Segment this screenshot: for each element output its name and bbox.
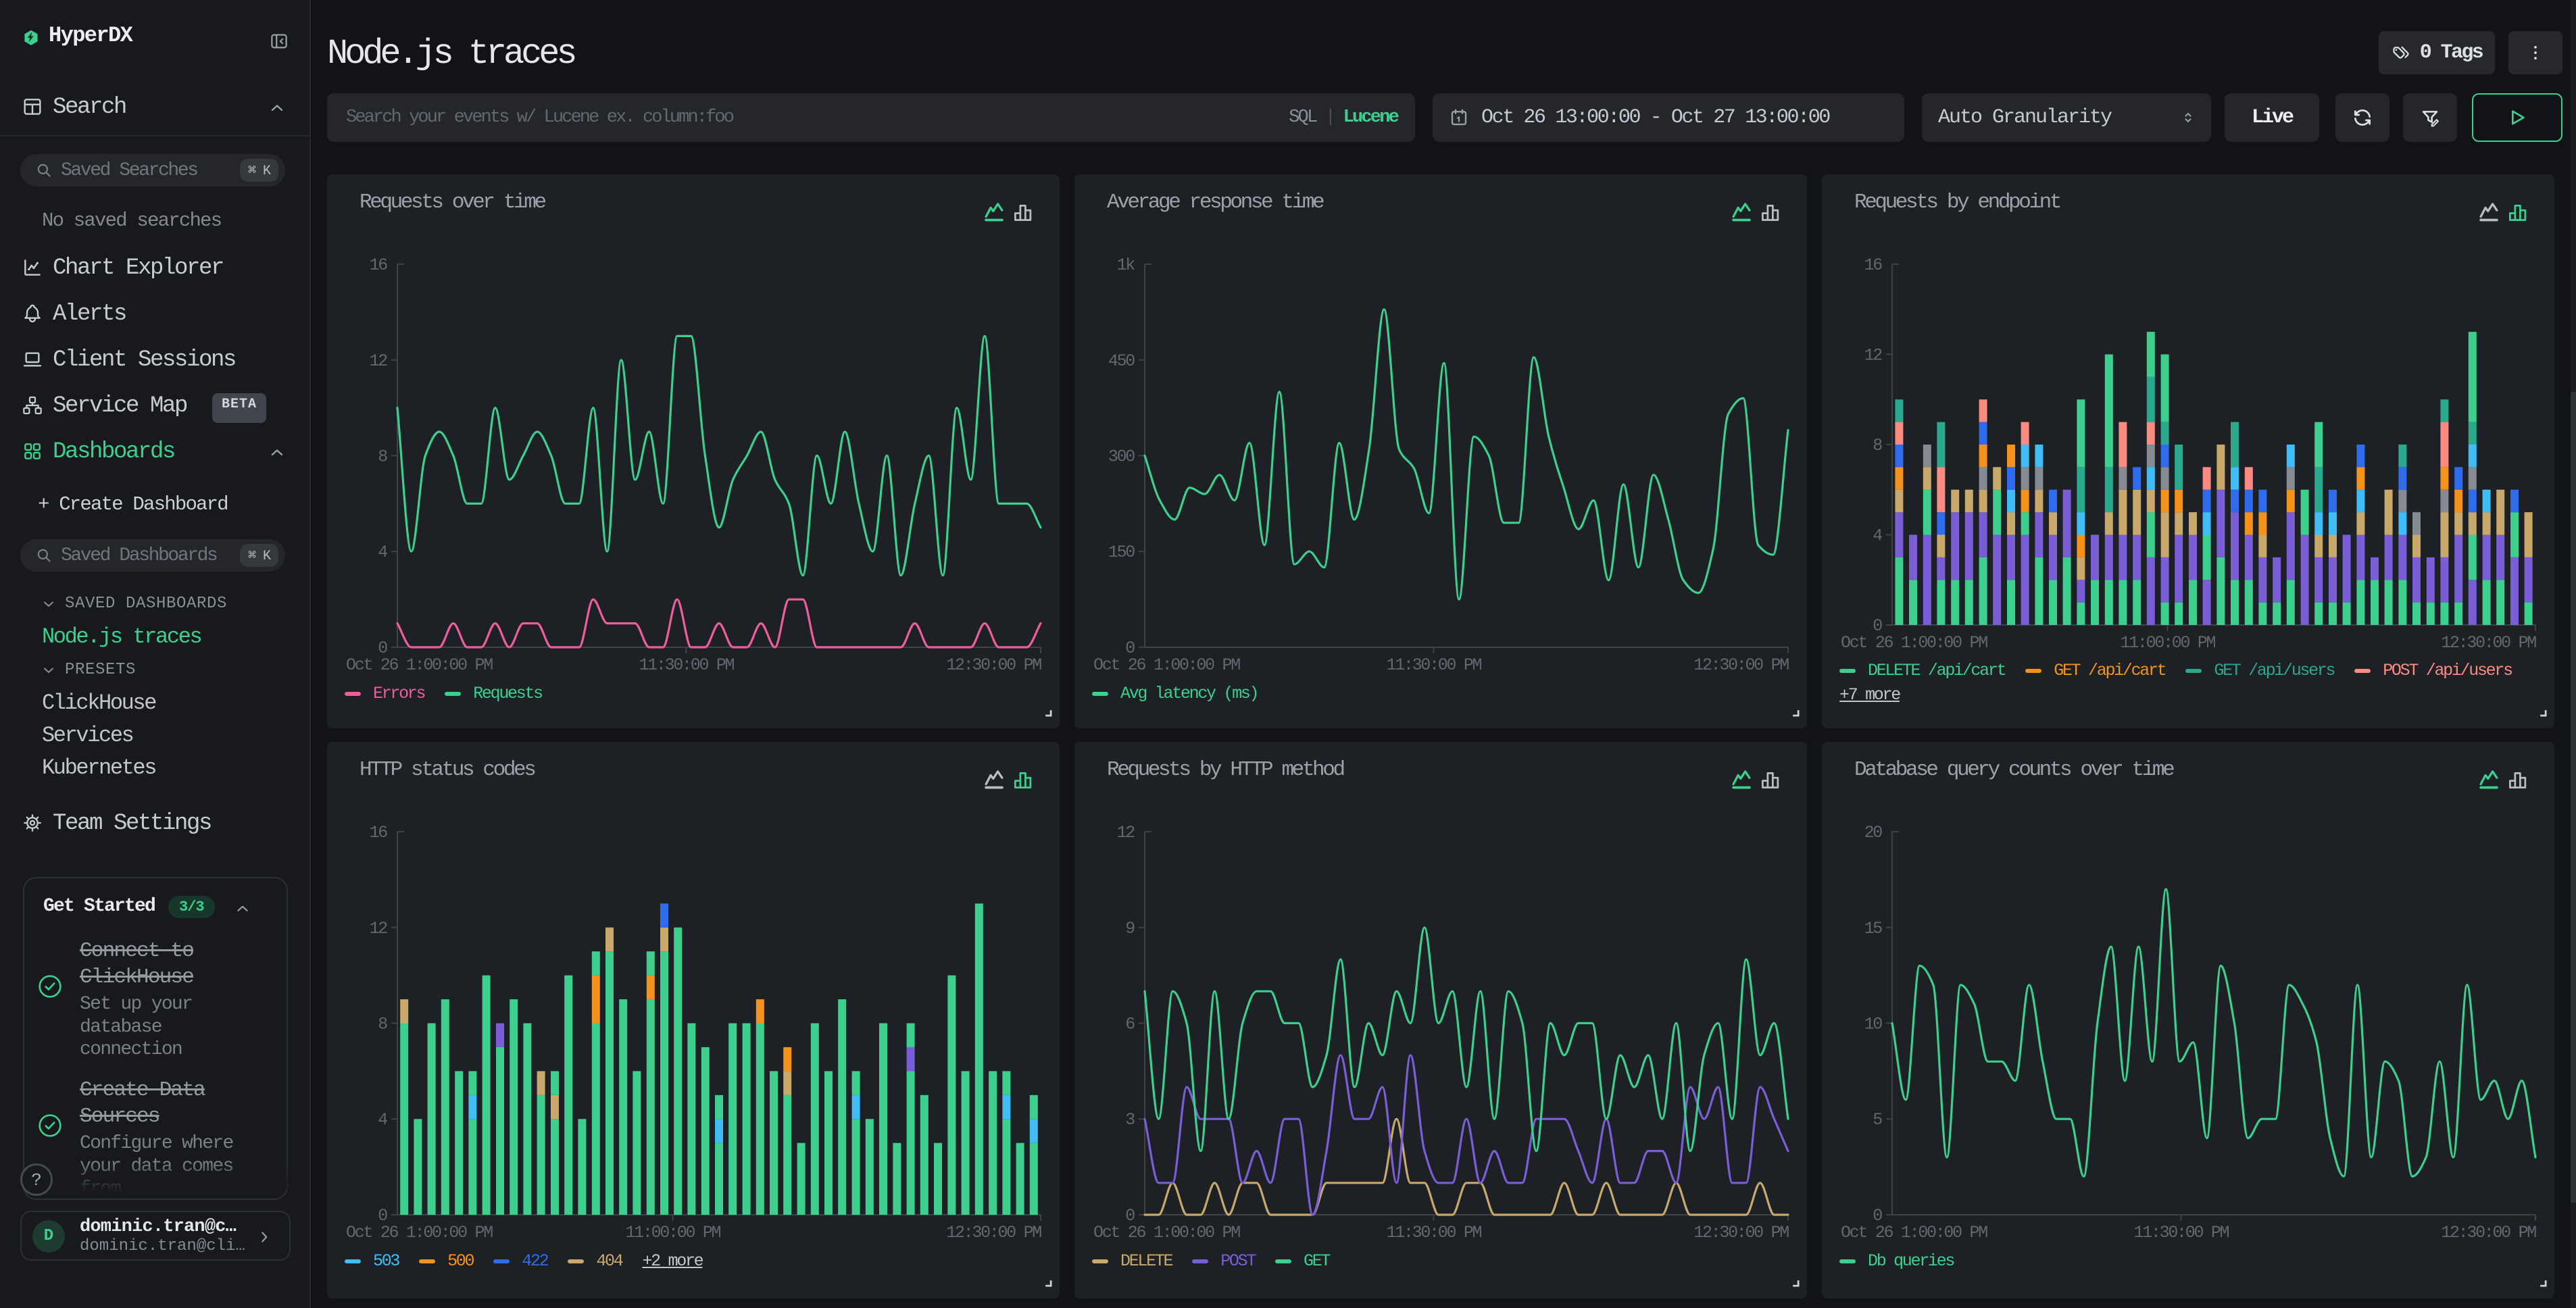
svg-text:Oct 26 1:00:00 PM: Oct 26 1:00:00 PM [1093, 655, 1240, 675]
svg-text:8: 8 [378, 447, 387, 466]
svg-text:12:30:00 PM: 12:30:00 PM [946, 1223, 1041, 1242]
svg-text:5: 5 [1873, 1110, 1882, 1130]
svg-text:1k: 1k [1117, 255, 1135, 275]
svg-text:Oct 26 1:00:00 PM: Oct 26 1:00:00 PM [1841, 633, 1987, 653]
svg-text:8: 8 [378, 1014, 387, 1034]
svg-text:Oct 26 1:00:00 PM: Oct 26 1:00:00 PM [346, 655, 493, 675]
svg-text:11:30:00 PM: 11:30:00 PM [2134, 1223, 2229, 1242]
svg-text:20: 20 [1864, 823, 1883, 842]
svg-text:11:30:00 PM: 11:30:00 PM [639, 655, 735, 675]
svg-text:12:30:00 PM: 12:30:00 PM [946, 655, 1041, 675]
svg-text:450: 450 [1108, 351, 1135, 371]
svg-text:12:30:00 PM: 12:30:00 PM [1693, 1223, 1789, 1242]
svg-text:12: 12 [1117, 823, 1135, 842]
svg-text:16: 16 [1864, 255, 1883, 275]
svg-text:4: 4 [378, 543, 387, 562]
svg-text:11:00:00 PM: 11:00:00 PM [2121, 633, 2216, 653]
svg-text:11:30:00 PM: 11:30:00 PM [1387, 655, 1482, 675]
svg-text:11:00:00 PM: 11:00:00 PM [626, 1223, 721, 1242]
svg-text:8: 8 [1873, 436, 1882, 455]
svg-text:12:30:00 PM: 12:30:00 PM [2441, 1223, 2536, 1242]
svg-text:16: 16 [370, 823, 388, 842]
svg-text:16: 16 [370, 255, 388, 275]
svg-text:10: 10 [1864, 1014, 1883, 1034]
svg-text:4: 4 [378, 1110, 387, 1130]
svg-text:11:30:00 PM: 11:30:00 PM [1387, 1223, 1482, 1242]
svg-text:6: 6 [1125, 1014, 1135, 1034]
svg-text:15: 15 [1864, 919, 1883, 938]
svg-text:12: 12 [370, 351, 388, 371]
svg-text:12: 12 [1864, 345, 1883, 365]
svg-text:300: 300 [1108, 447, 1135, 466]
svg-text:12:30:00 PM: 12:30:00 PM [1693, 655, 1789, 675]
svg-text:Oct 26 1:00:00 PM: Oct 26 1:00:00 PM [1093, 1223, 1240, 1242]
svg-text:12: 12 [370, 919, 388, 938]
svg-text:150: 150 [1108, 543, 1135, 562]
svg-text:4: 4 [1873, 526, 1882, 546]
svg-text:Oct 26 1:00:00 PM: Oct 26 1:00:00 PM [1841, 1223, 1987, 1242]
svg-text:12:30:00 PM: 12:30:00 PM [2441, 633, 2536, 653]
svg-text:9: 9 [1125, 919, 1135, 938]
svg-text:Oct 26 1:00:00 PM: Oct 26 1:00:00 PM [346, 1223, 493, 1242]
svg-text:3: 3 [1125, 1110, 1135, 1130]
